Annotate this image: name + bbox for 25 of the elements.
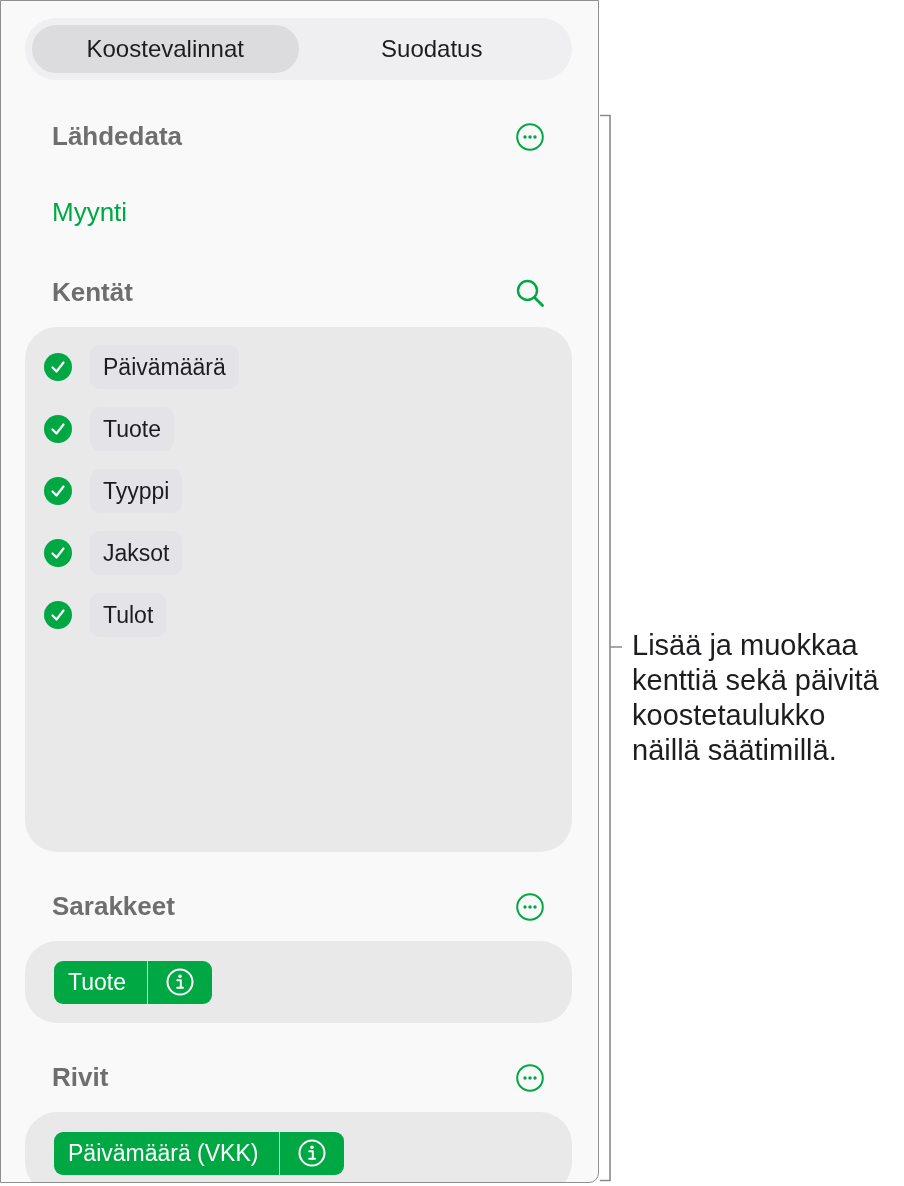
section-heading: Kentät [52,277,133,309]
section-heading: Sarakkeet [52,891,175,923]
field-tag[interactable]: Jaksot [90,531,183,575]
more-options-icon[interactable] [516,893,544,921]
checked-icon[interactable] [44,353,72,381]
section-heading: Rivit [52,1062,109,1094]
info-icon [165,968,194,996]
callout-text: Lisää ja muokkaa kenttiä sekä päivitä koostetaulukko näillä säätimillä. [632,628,880,768]
tab[interactable]: Koostevalinnat [32,25,299,73]
checked-icon[interactable] [44,601,72,629]
more-options-icon[interactable] [516,1064,544,1092]
checked-icon[interactable] [44,539,72,567]
field-tag[interactable]: Tyyppi [90,469,183,513]
field-tag[interactable]: Tuote [90,407,174,451]
field-tag[interactable]: Päivämäärä [90,345,239,389]
section-heading: Lähdedata [52,121,183,153]
field-tag[interactable]: Tulot [90,593,167,637]
info-icon [298,1139,327,1167]
info-button[interactable] [146,960,212,1004]
checked-icon[interactable] [44,415,72,443]
more-options-icon[interactable] [516,123,544,151]
info-button[interactable] [279,1131,345,1175]
tab[interactable]: Suodatus [298,25,565,73]
checked-icon[interactable] [44,477,72,505]
search-icon[interactable] [516,279,544,307]
